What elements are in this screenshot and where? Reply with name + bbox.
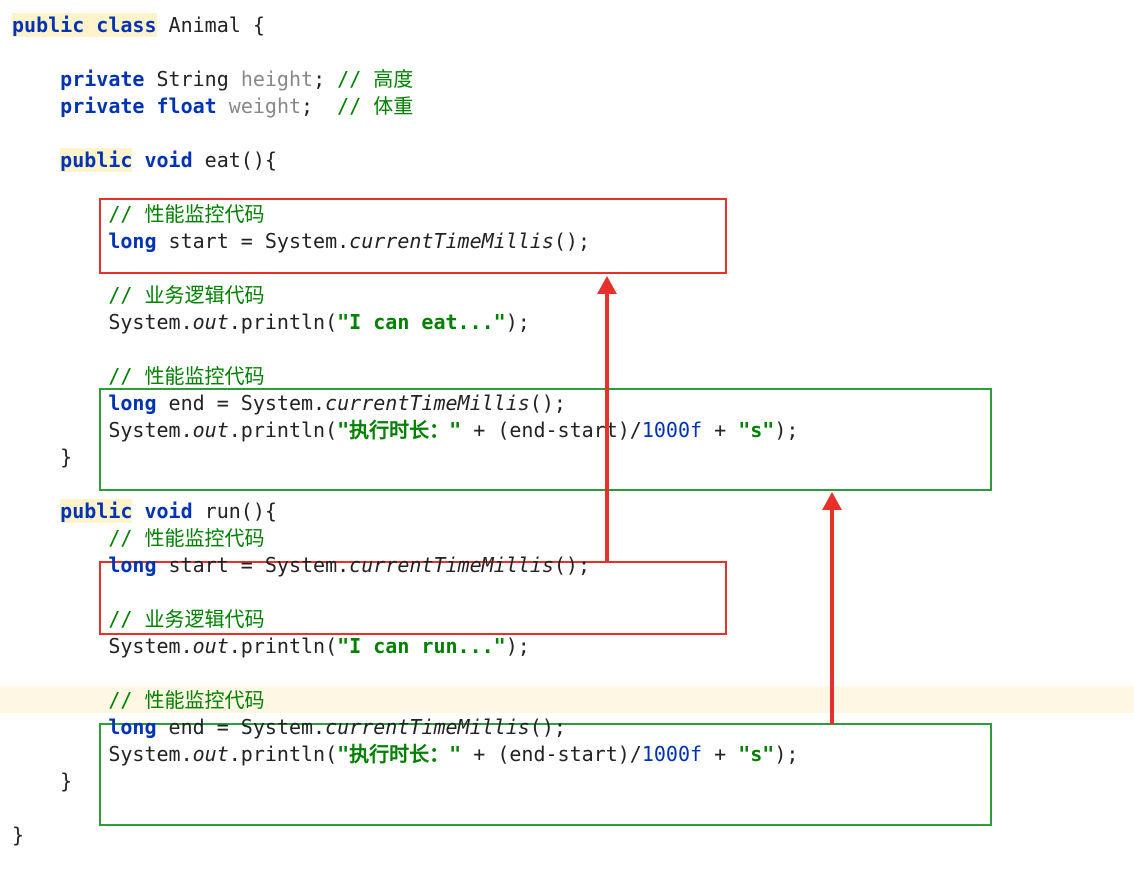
- text: );: [774, 742, 798, 766]
- text: .println(: [229, 634, 337, 658]
- text: .println(: [229, 418, 337, 442]
- brace: }: [12, 823, 24, 847]
- text: System.: [108, 742, 192, 766]
- text: end = System.: [157, 715, 326, 739]
- kw-public: public: [12, 13, 84, 37]
- call-currentTimeMillis: currentTimeMillis: [349, 229, 554, 253]
- text: );: [506, 634, 530, 658]
- string: "s": [738, 742, 774, 766]
- text: ();: [530, 715, 566, 739]
- text: +: [702, 418, 738, 442]
- text: System.: [108, 634, 192, 658]
- kw-private: private: [60, 67, 144, 91]
- call-currentTimeMillis: currentTimeMillis: [325, 391, 530, 415]
- number: 1000f: [642, 742, 702, 766]
- semi: ;: [301, 94, 313, 118]
- field-out: out: [193, 418, 229, 442]
- method-run: run(){: [193, 499, 277, 523]
- field-weight: weight: [229, 94, 301, 118]
- text: System.: [108, 310, 192, 334]
- text: Animal {: [157, 13, 265, 37]
- brace: }: [60, 445, 72, 469]
- text: );: [774, 418, 798, 442]
- field-out: out: [193, 310, 229, 334]
- kw-private: private: [60, 94, 144, 118]
- kw-long: long: [108, 715, 156, 739]
- string: "执行时长：": [337, 418, 461, 442]
- string: "执行时长：": [337, 742, 461, 766]
- brace: }: [60, 769, 72, 793]
- kw-long: long: [108, 391, 156, 415]
- kw-long: long: [108, 229, 156, 253]
- comment: // 高度: [337, 67, 413, 91]
- comment-business: // 业务逻辑代码: [108, 283, 264, 307]
- kw-void: void: [144, 148, 192, 172]
- text: ();: [530, 391, 566, 415]
- comment-monitor: // 性能监控代码: [108, 364, 264, 388]
- text: System.: [108, 418, 192, 442]
- semi: ;: [313, 67, 325, 91]
- comment-business: // 业务逻辑代码: [108, 607, 264, 631]
- call-currentTimeMillis: currentTimeMillis: [349, 553, 554, 577]
- kw-class: class: [96, 13, 156, 37]
- field-out: out: [193, 742, 229, 766]
- call-currentTimeMillis: currentTimeMillis: [325, 715, 530, 739]
- text: + (end-start)/: [461, 418, 642, 442]
- type-string: String: [157, 67, 229, 91]
- text: start = System.: [157, 553, 350, 577]
- field-out: out: [193, 634, 229, 658]
- kw-long: long: [108, 553, 156, 577]
- code-block: public class Animal { private String hei…: [12, 12, 1122, 849]
- string: "I can run...": [337, 634, 506, 658]
- text: ();: [554, 553, 590, 577]
- method-eat: eat(){: [193, 148, 277, 172]
- kw-public: public: [60, 148, 132, 172]
- kw-void: void: [144, 499, 192, 523]
- comment-monitor: // 性能监控代码: [108, 202, 264, 226]
- string: "s": [738, 418, 774, 442]
- comment-monitor: // 性能监控代码: [108, 688, 264, 712]
- string: "I can eat...": [337, 310, 506, 334]
- text: .println(: [229, 742, 337, 766]
- text: );: [506, 310, 530, 334]
- text: ();: [554, 229, 590, 253]
- text: +: [702, 742, 738, 766]
- number: 1000f: [642, 418, 702, 442]
- kw-float: float: [157, 94, 217, 118]
- text: + (end-start)/: [461, 742, 642, 766]
- text: end = System.: [157, 391, 326, 415]
- text: .println(: [229, 310, 337, 334]
- text: start = System.: [157, 229, 350, 253]
- field-height: height: [241, 67, 313, 91]
- comment: // 体重: [337, 94, 413, 118]
- kw-public: public: [60, 499, 132, 523]
- comment-monitor: // 性能监控代码: [108, 526, 264, 550]
